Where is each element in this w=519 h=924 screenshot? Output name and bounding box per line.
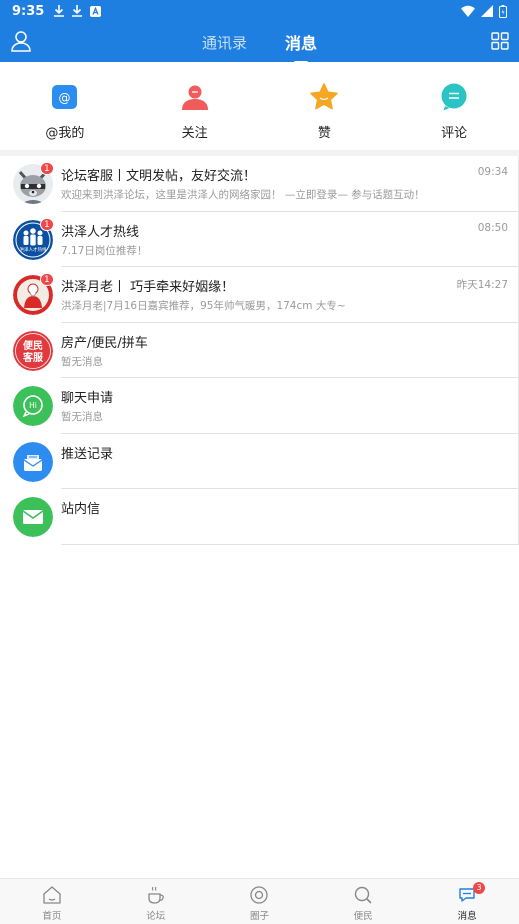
person-icon xyxy=(181,85,208,110)
avatar-convenience-service: 便民 客服 xyxy=(13,330,53,371)
svg-text:@: @ xyxy=(58,91,70,105)
message-item-forum-service[interactable]: 1 论坛客服丨文明发帖，友好交流！ 欢迎来到洪泽论坛，这里是洪泽人的网络家园！ … xyxy=(0,156,519,212)
message-preview: 洪泽月老|7月16日嘉宾推荐，95年帅气暖男，174cm 大专~ xyxy=(61,300,346,312)
quick-action-label: 评论 xyxy=(441,126,468,141)
avatar-chat: Hi xyxy=(13,386,53,426)
tab-contacts[interactable]: 通讯录 xyxy=(200,32,249,53)
at-icon: @ xyxy=(51,85,77,109)
quick-action-follow[interactable]: 关注 xyxy=(130,62,260,150)
message-title: 房产/便民/拼车 xyxy=(61,335,148,351)
nav-label: 便民 xyxy=(353,911,373,922)
quick-action-label: 赞 xyxy=(317,126,331,141)
wifi-icon xyxy=(461,5,475,17)
avatar-logo-text: 洪泽人才热线 xyxy=(20,246,47,253)
avatar-mail xyxy=(13,497,53,537)
nav-label: 首页 xyxy=(42,911,62,922)
nav-messages[interactable]: 3 消息 xyxy=(415,879,519,924)
message-title: 推送记录 xyxy=(61,446,114,462)
message-time: 08:50 xyxy=(477,221,508,234)
nav-home[interactable]: 首页 xyxy=(0,879,104,924)
quick-action-mentions[interactable]: @ @我的 xyxy=(0,62,130,150)
coffee-cup-icon xyxy=(148,886,164,904)
nav-circles[interactable]: 圈子 xyxy=(208,879,312,924)
tab-messages[interactable]: 消息 xyxy=(283,30,319,64)
message-preview: 暂无消息 xyxy=(61,411,103,423)
message-item-matchmaker[interactable]: 1 洪泽月老丨 巧手牵来好姻缘！ 洪泽月老|7月16日嘉宾推荐，95年帅气暖男，… xyxy=(0,267,519,323)
message-item-property-services[interactable]: 便民 客服 房产/便民/拼车 暂无消息 xyxy=(0,322,519,378)
avatar-text-line1: 便民 xyxy=(23,339,43,352)
message-list: 1 论坛客服丨文明发帖，友好交流！ 欢迎来到洪泽论坛，这里是洪泽人的网络家园！ … xyxy=(0,156,519,545)
star-icon xyxy=(310,83,339,110)
header-tabs: 通讯录 消息 xyxy=(0,22,519,64)
message-title: 论坛客服丨文明发帖，友好交流！ xyxy=(61,169,257,184)
quick-action-likes[interactable]: 赞 xyxy=(260,62,390,150)
message-preview: 7.17日岗位推荐！ xyxy=(61,244,148,257)
nav-label: 圈子 xyxy=(249,911,269,922)
unread-badge: 1 xyxy=(40,162,54,175)
comment-icon xyxy=(441,83,467,111)
app-header: 通讯录 消息 xyxy=(0,22,519,64)
unread-badge: 1 xyxy=(40,217,54,231)
nav-label: 论坛 xyxy=(146,911,166,922)
message-title: 聊天申请 xyxy=(61,391,114,406)
message-item-push-records[interactable]: 推送记录 xyxy=(0,433,519,489)
message-title: 洪泽人才热线 xyxy=(61,224,140,240)
quick-action-comments[interactable]: 评论 xyxy=(389,62,519,150)
avatar-chat-text: Hi xyxy=(29,401,37,410)
message-title: 洪泽月老丨 巧手牵来好姻缘！ xyxy=(61,280,235,295)
unread-badge: 1 xyxy=(40,273,54,286)
message-item-talent-hotline[interactable]: 洪泽人才热线 1 洪泽人才热线 7.17日岗位推荐！ 08:50 xyxy=(0,211,519,267)
nav-forum[interactable]: 论坛 xyxy=(104,879,208,924)
battery-icon xyxy=(499,4,507,18)
message-time: 昨天14:27 xyxy=(456,279,508,291)
nav-unread-badge: 3 xyxy=(473,882,486,894)
message-title: 站内信 xyxy=(61,502,101,517)
avatar-push xyxy=(13,441,53,482)
download-icon xyxy=(72,5,83,17)
grid-icon[interactable] xyxy=(491,32,509,50)
search-icon xyxy=(355,886,372,904)
nav-label: 消息 xyxy=(457,911,477,922)
nav-convenience[interactable]: 便民 xyxy=(311,879,415,924)
message-preview: 欢迎来到洪泽论坛，这里是洪泽人的网络家园！ —立即登录— 参与话题互动！ xyxy=(61,189,425,201)
signal-icon xyxy=(481,5,493,17)
status-bar: 9:35 xyxy=(0,0,519,22)
quick-action-label: 关注 xyxy=(181,126,208,141)
home-icon xyxy=(43,886,61,904)
message-time: 09:34 xyxy=(477,166,508,178)
app-notification-icon xyxy=(90,5,102,17)
circle-icon xyxy=(250,886,269,904)
avatar-text-line2: 客服 xyxy=(22,351,44,364)
bottom-nav: 首页 论坛 圈子 便民 3 消息 xyxy=(0,878,519,924)
row-divider xyxy=(61,543,519,545)
quick-actions: @ @我的 关注 赞 评论 xyxy=(0,62,519,150)
download-icon xyxy=(54,5,65,17)
status-time: 9:35 xyxy=(12,3,45,19)
message-item-inbox[interactable]: 站内信 xyxy=(0,489,519,545)
quick-action-label: @我的 xyxy=(45,126,85,141)
message-preview: 暂无消息 xyxy=(61,355,103,368)
message-item-chat-requests[interactable]: Hi 聊天申请 暂无消息 xyxy=(0,378,519,434)
